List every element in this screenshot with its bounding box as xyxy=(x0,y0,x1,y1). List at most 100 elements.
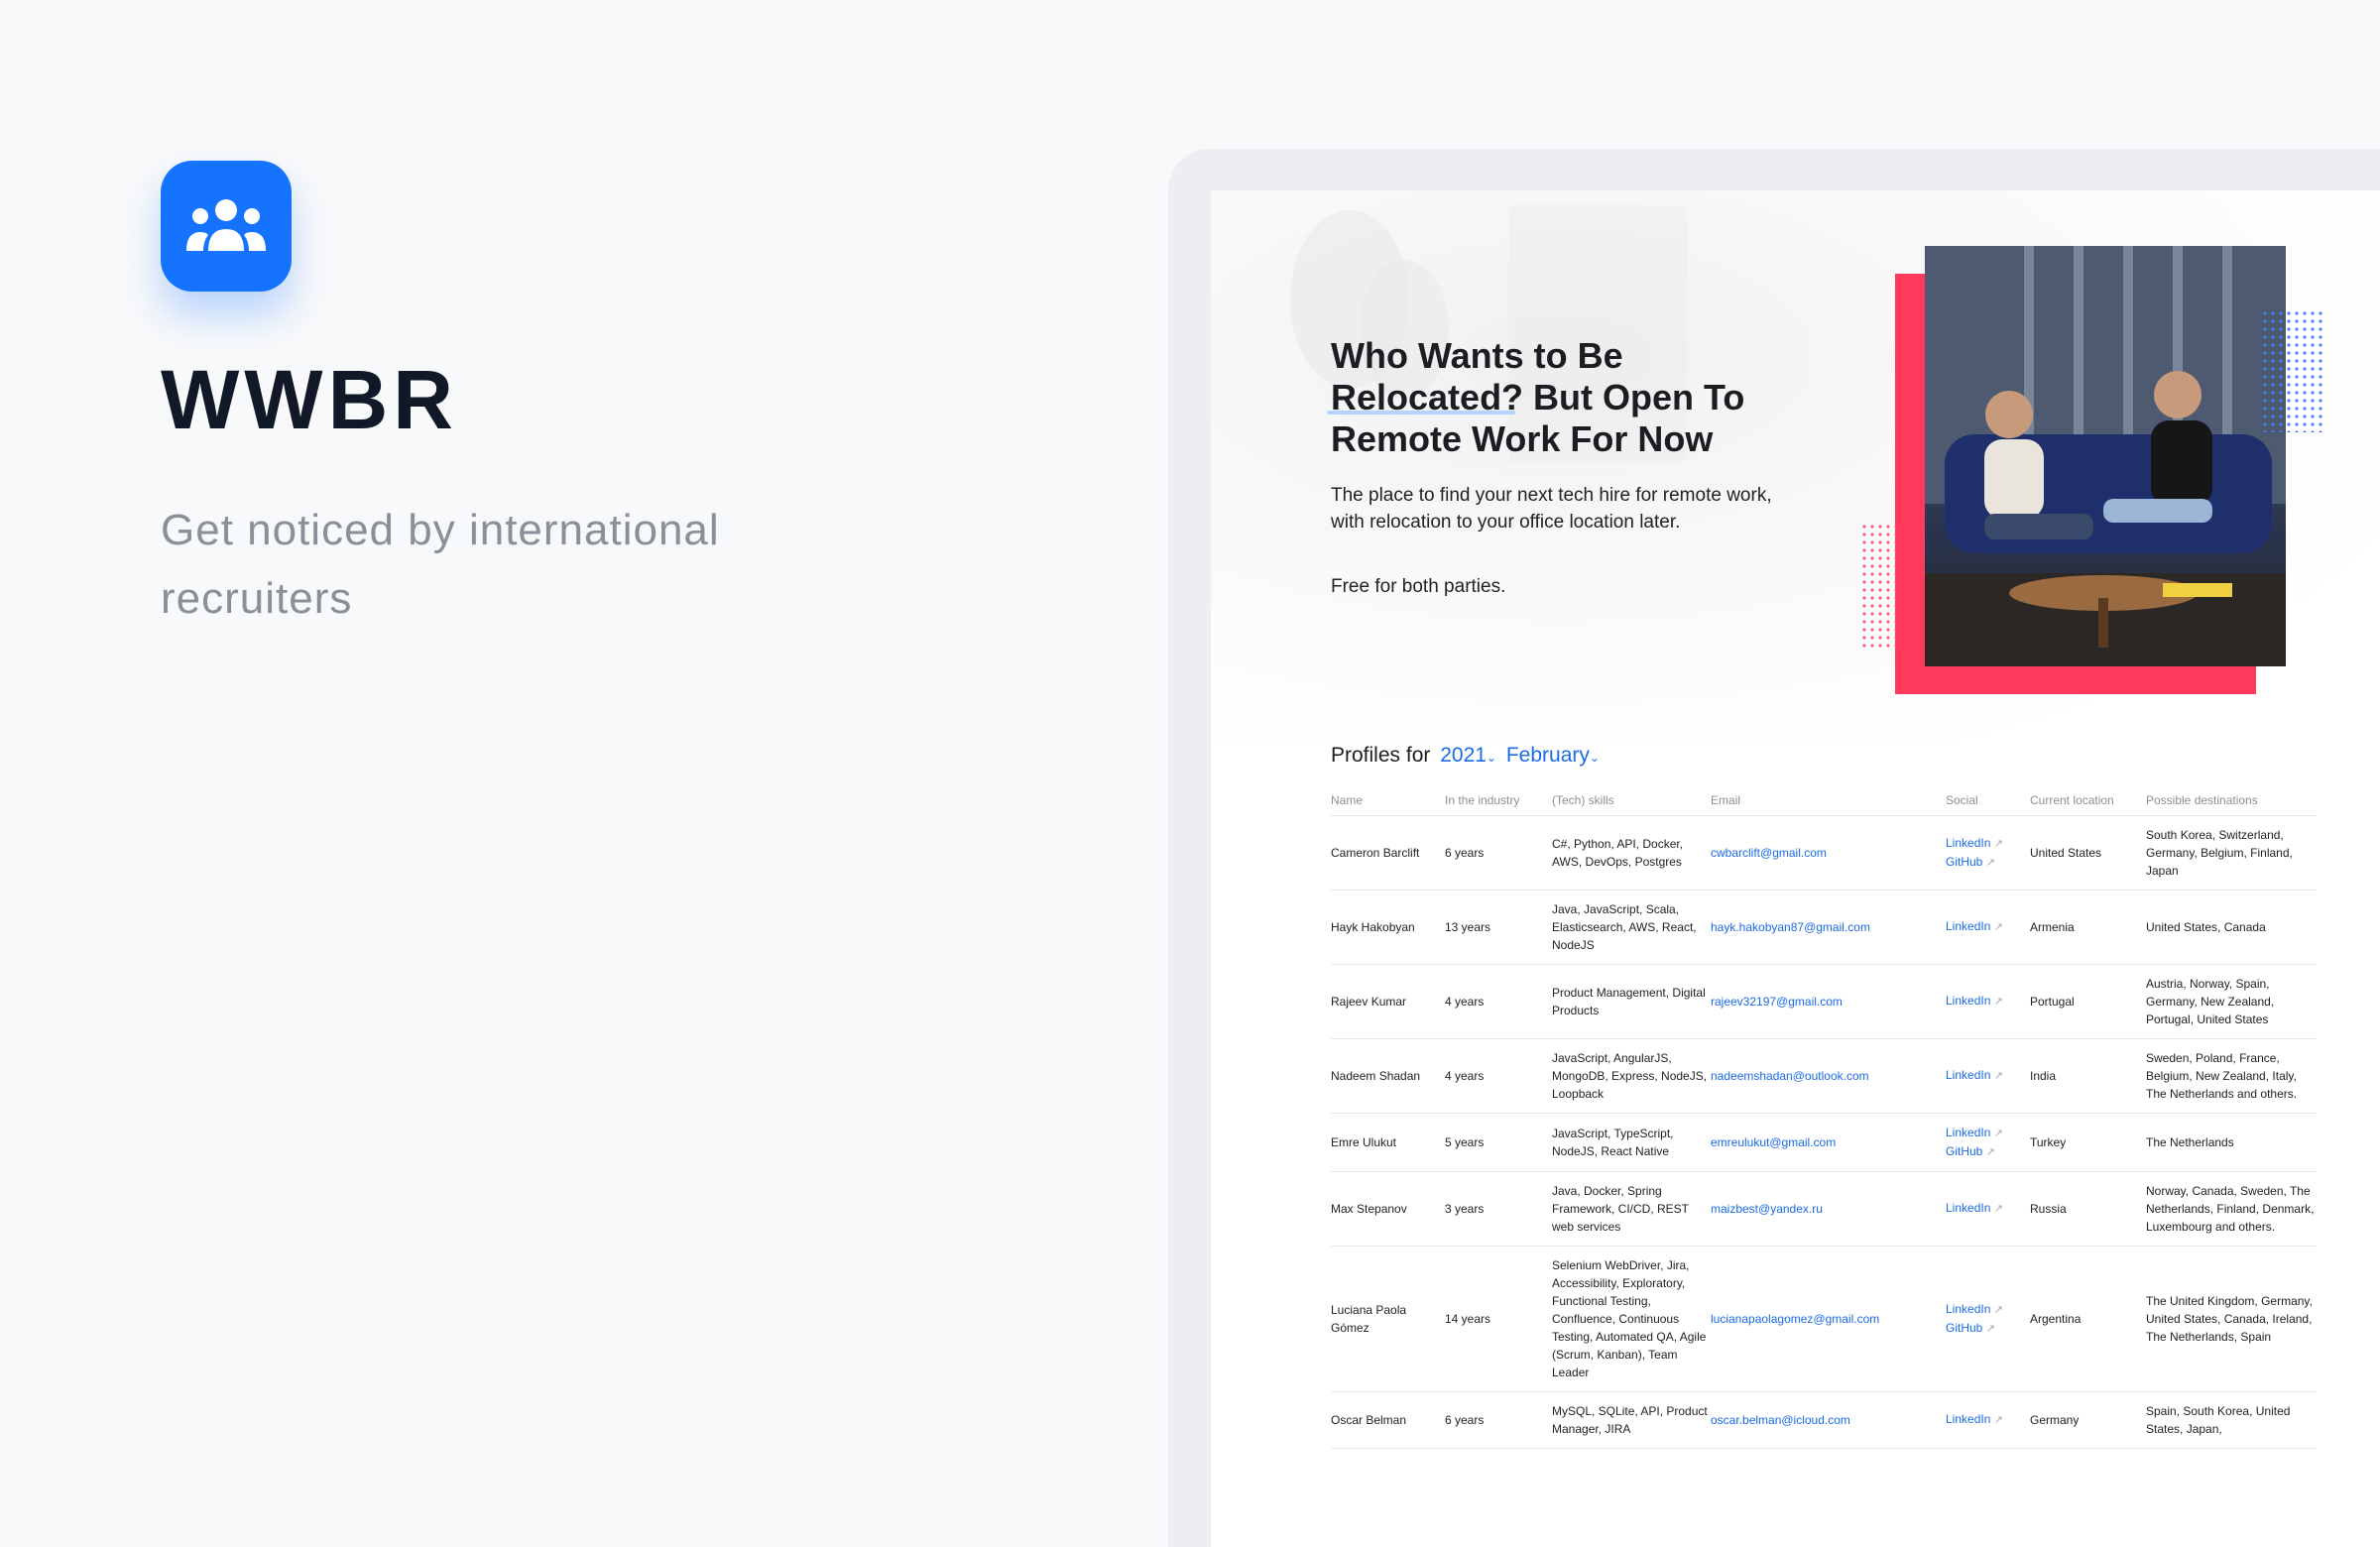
github-label: GitHub xyxy=(1946,1143,1983,1158)
profile-social: LinkedIn ↗ xyxy=(1946,1391,2030,1449)
profile-name: Cameron Barclift xyxy=(1331,815,1445,891)
table-row: Rajeev Kumar 4 years Product Management,… xyxy=(1331,964,2317,1039)
profile-skills: C#, Python, API, Docker, AWS, DevOps, Po… xyxy=(1552,815,1711,891)
profile-social: LinkedIn ↗ xyxy=(1946,1171,2030,1247)
profile-social: LinkedIn ↗ xyxy=(1946,1038,2030,1114)
profile-destinations: South Korea, Switzerland, Germany, Belgi… xyxy=(2146,815,2317,891)
profile-years: 5 years xyxy=(1445,1113,1552,1172)
external-link-icon: ↗ xyxy=(1993,837,2003,850)
profile-email[interactable]: cwbarclift@gmail.com xyxy=(1711,815,1946,891)
linkedin-link[interactable]: LinkedIn ↗ xyxy=(1946,1410,2030,1429)
hero-photo xyxy=(1925,246,2286,666)
profile-skills: Selenium WebDriver, Jira, Accessibility,… xyxy=(1552,1246,1711,1392)
profile-location: Turkey xyxy=(2030,1113,2146,1172)
profile-email[interactable]: lucianapaolagomez@gmail.com xyxy=(1711,1246,1946,1392)
hero-title: Who Wants to Be Relocated? But Open To R… xyxy=(1331,335,1745,459)
linkedin-label: LinkedIn xyxy=(1946,994,1991,1008)
profile-location: Russia xyxy=(2030,1171,2146,1247)
profile-destinations: The United Kingdom, Germany, United Stat… xyxy=(2146,1246,2317,1392)
profile-social: LinkedIn ↗ GitHub ↗ xyxy=(1946,1113,2030,1172)
month-select[interactable]: February⌄ xyxy=(1506,744,1600,767)
year-select[interactable]: 2021⌄ xyxy=(1440,744,1496,767)
profile-email[interactable]: oscar.belman@icloud.com xyxy=(1711,1391,1946,1449)
app-icon xyxy=(161,161,292,292)
profile-destinations: Norway, Canada, Sweden, The Netherlands,… xyxy=(2146,1171,2317,1247)
profile-years: 14 years xyxy=(1445,1246,1552,1392)
profile-destinations: Sweden, Poland, France, Belgium, New Zea… xyxy=(2146,1038,2317,1114)
profile-destinations: The Netherlands xyxy=(2146,1113,2317,1172)
profile-email[interactable]: emreulukut@gmail.com xyxy=(1711,1113,1946,1172)
profile-years: 6 years xyxy=(1445,815,1552,891)
profile-skills: Java, JavaScript, Scala, Elasticsearch, … xyxy=(1552,890,1711,965)
chevron-down-icon: ⌄ xyxy=(1589,751,1600,765)
profile-years: 3 years xyxy=(1445,1171,1552,1247)
profile-years: 4 years xyxy=(1445,1038,1552,1114)
profile-name: Oscar Belman xyxy=(1331,1391,1445,1449)
profile-name: Max Stepanov xyxy=(1331,1171,1445,1247)
external-link-icon: ↗ xyxy=(1985,856,1995,869)
profile-location: Argentina xyxy=(2030,1246,2146,1392)
linkedin-label: LinkedIn xyxy=(1946,919,1991,933)
linkedin-label: LinkedIn xyxy=(1946,1412,1991,1426)
profiles-heading-label: Profiles for xyxy=(1331,744,1431,767)
col-email: Email xyxy=(1711,785,1946,816)
linkedin-link[interactable]: LinkedIn ↗ xyxy=(1946,1124,2030,1142)
year-value: 2021 xyxy=(1440,744,1487,767)
decor-dots xyxy=(1860,523,1896,648)
profile-email[interactable]: maizbest@yandex.ru xyxy=(1711,1171,1946,1247)
external-link-icon: ↗ xyxy=(1985,1322,1995,1335)
profile-location: Portugal xyxy=(2030,964,2146,1039)
users-group-icon xyxy=(186,199,266,251)
external-link-icon: ↗ xyxy=(1993,1203,2003,1215)
profile-destinations: United States, Canada xyxy=(2146,890,2317,965)
linkedin-link[interactable]: LinkedIn ↗ xyxy=(1946,834,2030,853)
profile-destinations: Austria, Norway, Spain, Germany, New Zea… xyxy=(2146,964,2317,1039)
profile-location: Germany xyxy=(2030,1391,2146,1449)
profile-years: 4 years xyxy=(1445,964,1552,1039)
profile-email[interactable]: hayk.hakobyan87@gmail.com xyxy=(1711,890,1946,965)
profile-location: United States xyxy=(2030,815,2146,891)
github-label: GitHub xyxy=(1946,854,1983,869)
col-location: Current location xyxy=(2030,785,2146,816)
profile-social: LinkedIn ↗ GitHub ↗ xyxy=(1946,815,2030,891)
col-destinations: Possible destinations xyxy=(2146,785,2317,816)
external-link-icon: ↗ xyxy=(1993,1127,2003,1139)
linkedin-link[interactable]: LinkedIn ↗ xyxy=(1946,917,2030,936)
profile-email[interactable]: rajeev32197@gmail.com xyxy=(1711,964,1946,1039)
profile-name: Luciana Paola Gómez xyxy=(1331,1246,1445,1392)
linkedin-link[interactable]: LinkedIn ↗ xyxy=(1946,1300,2030,1319)
profile-email[interactable]: nadeemshadan@outlook.com xyxy=(1711,1038,1946,1114)
chevron-down-icon: ⌄ xyxy=(1486,751,1496,765)
decor-dots xyxy=(2261,309,2326,432)
profile-name: Hayk Hakobyan xyxy=(1331,890,1445,965)
linkedin-label: LinkedIn xyxy=(1946,1068,1991,1082)
col-industry: In the industry xyxy=(1445,785,1552,816)
linkedin-link[interactable]: LinkedIn ↗ xyxy=(1946,992,2030,1011)
profiles-heading: Profiles for 2021⌄ February⌄ xyxy=(1331,744,1600,768)
profile-years: 13 years xyxy=(1445,890,1552,965)
linkedin-link[interactable]: LinkedIn ↗ xyxy=(1946,1199,2030,1218)
profile-location: Armenia xyxy=(2030,890,2146,965)
table-row: Max Stepanov 3 years Java, Docker, Sprin… xyxy=(1331,1171,2317,1247)
external-link-icon: ↗ xyxy=(1993,996,2003,1008)
table-row: Luciana Paola Gómez 14 years Selenium We… xyxy=(1331,1246,2317,1392)
github-label: GitHub xyxy=(1946,1320,1983,1335)
github-link[interactable]: GitHub ↗ xyxy=(1946,1142,2030,1161)
linkedin-label: LinkedIn xyxy=(1946,1125,1991,1139)
profile-location: India xyxy=(2030,1038,2146,1114)
profile-skills: JavaScript, AngularJS, MongoDB, Express,… xyxy=(1552,1038,1711,1114)
profile-social: LinkedIn ↗ GitHub ↗ xyxy=(1946,1246,2030,1392)
profile-social: LinkedIn ↗ xyxy=(1946,890,2030,965)
github-link[interactable]: GitHub ↗ xyxy=(1946,853,2030,872)
profile-skills: MySQL, SQLite, API, Product Manager, JIR… xyxy=(1552,1391,1711,1449)
github-link[interactable]: GitHub ↗ xyxy=(1946,1319,2030,1338)
table-row: Cameron Barclift 6 years C#, Python, API… xyxy=(1331,815,2317,891)
hero-free-note: Free for both parties. xyxy=(1331,576,1506,597)
website-screenshot: Who Wants to Be Relocated? But Open To R… xyxy=(1211,190,2380,1547)
external-link-icon: ↗ xyxy=(1985,1145,1995,1158)
table-header: Name In the industry (Tech) skills Email… xyxy=(1331,785,2317,816)
table-row: Oscar Belman 6 years MySQL, SQLite, API,… xyxy=(1331,1391,2317,1449)
linkedin-link[interactable]: LinkedIn ↗ xyxy=(1946,1066,2030,1085)
col-name: Name xyxy=(1331,785,1445,816)
linkedin-label: LinkedIn xyxy=(1946,1201,1991,1215)
